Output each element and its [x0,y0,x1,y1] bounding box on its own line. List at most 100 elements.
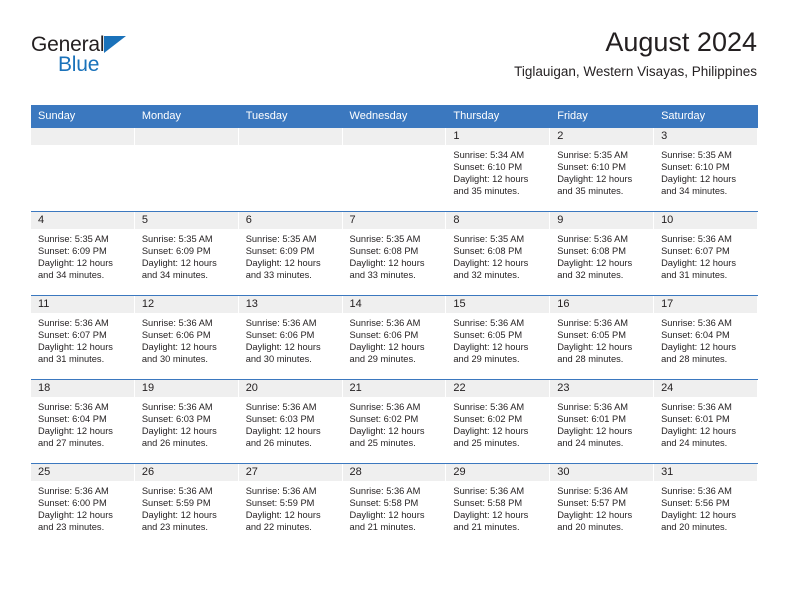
sunset-text: Sunset: 6:07 PM [38,330,107,341]
sunset-text: Sunset: 6:08 PM [349,246,419,257]
calendar-week-row: 25 Sunrise: 5:36 AM Sunset: 6:00 PM Dayligh… [31,463,758,547]
day-number: 31 [654,464,757,481]
day-details: Sunrise: 5:36 AM Sunset: 6:06 PM Daylight:… [343,313,446,365]
day-cell-inner: 19 Sunrise: 5:36 AM Sunset: 6:03 PM Dayligh… [134,380,239,463]
calendar-day-cell[interactable]: 13 Sunrise: 5:36 AM Sunset: 6:06 PM Dayligh… [238,295,343,380]
calendar-day-cell[interactable]: 23 Sunrise: 5:36 AM Sunset: 6:01 PM Dayligh… [550,379,655,464]
calendar-day-cell[interactable]: 3 Sunrise: 5:35 AM Sunset: 6:10 PM Daylight… [654,127,758,212]
calendar-week-row: 4 Sunrise: 5:35 AM Sunset: 6:09 PM Daylight… [31,211,758,296]
day-number: 3 [654,128,757,145]
daylight-text-line2: and 26 minutes. [141,438,208,449]
daylight-text-line2: and 27 minutes. [38,438,105,449]
calendar-day-cell[interactable]: 6 Sunrise: 5:35 AM Sunset: 6:09 PM Daylight… [238,211,343,296]
calendar-day-cell[interactable]: 16 Sunrise: 5:36 AM Sunset: 6:05 PM Dayligh… [550,295,655,380]
calendar-day-cell[interactable]: 8 Sunrise: 5:35 AM Sunset: 6:08 PM Daylight… [446,211,551,296]
weekday-header-sunday: Sunday [31,105,135,128]
calendar-day-cell[interactable]: 9 Sunrise: 5:36 AM Sunset: 6:08 PM Daylight… [550,211,655,296]
sunset-text: Sunset: 5:57 PM [557,498,626,509]
day-number [342,128,446,145]
day-cell-inner: 9 Sunrise: 5:36 AM Sunset: 6:08 PM Daylight… [550,212,655,295]
calendar-day-cell[interactable]: 28 Sunrise: 5:36 AM Sunset: 5:58 PM Dayligh… [342,463,447,547]
sunrise-text: Sunrise: 5:36 AM [557,318,629,328]
day-details [31,145,134,149]
sunrise-text: Sunrise: 5:36 AM [661,486,732,496]
calendar-day-cell[interactable]: 18 Sunrise: 5:36 AM Sunset: 6:04 PM Dayligh… [31,379,135,464]
day-details [343,145,446,149]
triangle-icon [104,36,127,53]
calendar-day-cell[interactable]: 31 Sunrise: 5:36 AM Sunset: 5:56 PM Dayligh… [654,463,758,547]
calendar-day-cell[interactable]: 27 Sunrise: 5:36 AM Sunset: 5:59 PM Dayligh… [238,463,343,547]
day-number: 9 [550,212,654,229]
calendar-day-cell[interactable]: 10 Sunrise: 5:36 AM Sunset: 6:07 PM Dayligh… [654,211,758,296]
calendar-day-cell[interactable]: 17 Sunrise: 5:36 AM Sunset: 6:04 PM Dayligh… [654,295,758,380]
day-cell-inner: 28 Sunrise: 5:36 AM Sunset: 5:58 PM Dayligh… [342,464,447,547]
daylight-text-line1: Daylight: 12 hours [453,426,529,437]
day-cell-inner: 22 Sunrise: 5:36 AM Sunset: 6:02 PM Dayligh… [446,380,551,463]
calendar-day-cell[interactable]: 1 Sunrise: 5:34 AM Sunset: 6:10 PM Daylight… [446,127,551,212]
daylight-text-line1: Daylight: 12 hours [141,342,217,353]
calendar-day-cell[interactable]: 20 Sunrise: 5:36 AM Sunset: 6:03 PM Dayligh… [238,379,343,464]
generalblue-logo[interactable]: General Blue [31,34,191,86]
sunrise-text: Sunrise: 5:35 AM [141,234,213,244]
sunset-text: Sunset: 6:03 PM [245,414,315,425]
daylight-text-line1: Daylight: 12 hours [661,510,736,521]
daylight-text-line2: and 24 minutes. [661,438,728,449]
logo-text-blue: Blue [58,53,100,76]
daylight-text-line2: and 29 minutes. [453,354,520,365]
sunset-text: Sunset: 6:02 PM [349,414,419,425]
day-number: 10 [654,212,757,229]
day-number: 24 [654,380,757,397]
daylight-text-line1: Daylight: 12 hours [557,426,633,437]
sunrise-text: Sunrise: 5:35 AM [38,234,109,244]
day-cell-inner: 13 Sunrise: 5:36 AM Sunset: 6:06 PM Dayligh… [238,296,343,379]
day-details: Sunrise: 5:36 AM Sunset: 6:01 PM Daylight:… [654,397,757,449]
calendar-day-cell[interactable]: 2 Sunrise: 5:35 AM Sunset: 6:10 PM Daylight… [550,127,655,212]
day-details: Sunrise: 5:36 AM Sunset: 6:00 PM Daylight:… [31,481,134,533]
calendar-day-cell[interactable]: 24 Sunrise: 5:36 AM Sunset: 6:01 PM Dayligh… [654,379,758,464]
calendar-day-cell[interactable]: 19 Sunrise: 5:36 AM Sunset: 6:03 PM Dayligh… [134,379,239,464]
daylight-text-line2: and 20 minutes. [661,522,728,533]
daylight-text-line2: and 32 minutes. [557,270,624,281]
day-number: 23 [550,380,654,397]
title-block: August 2024 Tiglauigan, Western Visayas,… [514,26,757,82]
calendar-body: 1 Sunrise: 5:34 AM Sunset: 6:10 PM Daylight… [31,127,758,547]
calendar-day-cell[interactable]: 22 Sunrise: 5:36 AM Sunset: 6:02 PM Dayligh… [446,379,551,464]
daylight-text-line1: Daylight: 12 hours [661,342,736,353]
sunset-text: Sunset: 6:00 PM [38,498,107,509]
calendar-day-cell[interactable]: 30 Sunrise: 5:36 AM Sunset: 5:57 PM Dayligh… [550,463,655,547]
day-number: 28 [342,464,446,481]
day-cell-inner: 12 Sunrise: 5:36 AM Sunset: 6:06 PM Dayligh… [134,296,239,379]
sunset-text: Sunset: 6:04 PM [661,330,730,341]
daylight-text-line1: Daylight: 12 hours [557,258,633,269]
daylight-text-line2: and 21 minutes. [453,522,520,533]
calendar-day-cell[interactable]: 12 Sunrise: 5:36 AM Sunset: 6:06 PM Dayligh… [134,295,239,380]
calendar-day-cell[interactable]: 14 Sunrise: 5:36 AM Sunset: 6:06 PM Dayligh… [342,295,447,380]
day-cell-inner: 5 Sunrise: 5:35 AM Sunset: 6:09 PM Daylight… [134,212,239,295]
calendar-day-cell[interactable]: 25 Sunrise: 5:36 AM Sunset: 6:00 PM Dayligh… [31,463,135,547]
day-number [31,128,134,145]
calendar-day-cell[interactable]: 15 Sunrise: 5:36 AM Sunset: 6:05 PM Dayligh… [446,295,551,380]
sunrise-text: Sunrise: 5:36 AM [453,486,525,496]
location-subtitle: Tiglauigan, Western Visayas, Philippines [514,64,757,79]
calendar-day-cell[interactable]: 21 Sunrise: 5:36 AM Sunset: 6:02 PM Dayligh… [342,379,447,464]
daylight-text-line2: and 34 minutes. [38,270,105,281]
day-details: Sunrise: 5:36 AM Sunset: 6:03 PM Daylight:… [135,397,238,449]
daylight-text-line2: and 21 minutes. [349,522,416,533]
calendar-day-cell[interactable]: 7 Sunrise: 5:35 AM Sunset: 6:08 PM Daylight… [342,211,447,296]
daylight-text-line1: Daylight: 12 hours [38,426,113,437]
day-details: Sunrise: 5:36 AM Sunset: 6:05 PM Daylight:… [550,313,653,365]
day-cell-inner: 17 Sunrise: 5:36 AM Sunset: 6:04 PM Dayligh… [654,296,758,379]
calendar-day-cell[interactable]: 26 Sunrise: 5:36 AM Sunset: 5:59 PM Dayligh… [134,463,239,547]
calendar-day-cell[interactable]: 4 Sunrise: 5:35 AM Sunset: 6:09 PM Daylight… [31,211,135,296]
sunset-text: Sunset: 6:10 PM [453,162,523,173]
daylight-text-line2: and 28 minutes. [661,354,728,365]
sunset-text: Sunset: 6:02 PM [453,414,523,425]
calendar-day-cell[interactable]: 29 Sunrise: 5:36 AM Sunset: 5:58 PM Dayligh… [446,463,551,547]
calendar-day-cell[interactable]: 5 Sunrise: 5:35 AM Sunset: 6:09 PM Daylight… [134,211,239,296]
day-number: 13 [238,296,342,313]
daylight-text-line2: and 22 minutes. [245,522,312,533]
daylight-text-line2: and 33 minutes. [349,270,416,281]
daylight-text-line1: Daylight: 12 hours [557,174,633,185]
calendar-day-cell[interactable]: 11 Sunrise: 5:36 AM Sunset: 6:07 PM Dayligh… [31,295,135,380]
sunset-text: Sunset: 6:09 PM [141,246,211,257]
